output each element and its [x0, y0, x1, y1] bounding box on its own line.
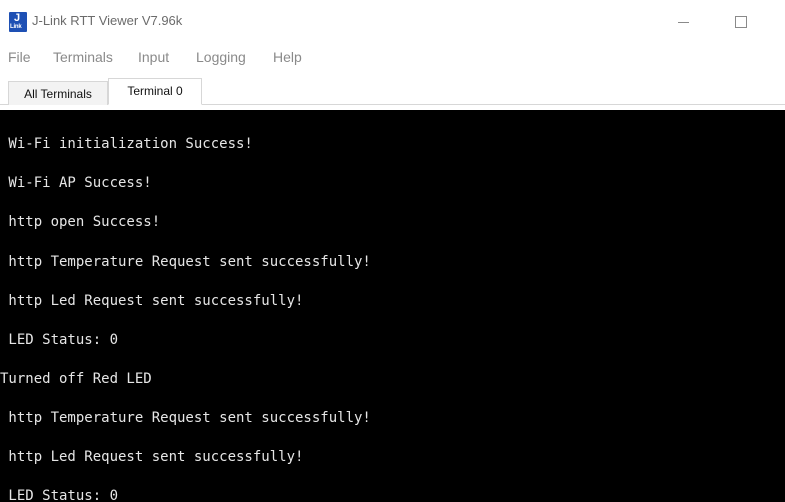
maximize-button[interactable] [726, 8, 756, 36]
terminal-line: Turned off Red LED [0, 371, 152, 387]
terminal-tabs: All Terminals Terminal 0 [0, 78, 785, 105]
terminal-line: LED Status: 0 [0, 332, 119, 348]
minimize-button[interactable] [668, 8, 698, 36]
terminal-line: http Led Request sent successfully! [0, 449, 304, 465]
tab-all-terminals[interactable]: All Terminals [8, 81, 108, 105]
terminal-line: Wi-Fi initialization Success! [0, 136, 253, 152]
menu-bar: File Terminals Input Logging Help [0, 44, 785, 72]
tab-terminal-0[interactable]: Terminal 0 [108, 78, 202, 105]
app-window: J Link J-Link RTT Viewer V7.96k File Ter… [0, 0, 785, 502]
title-bar[interactable]: J Link J-Link RTT Viewer V7.96k [0, 0, 785, 44]
terminal-line: http Temperature Request sent successful… [0, 410, 371, 426]
terminal-line: http Led Request sent successfully! [0, 293, 304, 309]
terminal-output[interactable]: Wi-Fi initialization Success! Wi-Fi AP S… [0, 110, 785, 502]
menu-help[interactable]: Help [273, 49, 302, 65]
terminal-line: http Temperature Request sent successful… [0, 254, 371, 270]
app-icon-letter: J [14, 12, 21, 24]
terminal-line: LED Status: 0 [0, 488, 119, 502]
terminal-line: http open Success! [0, 214, 161, 230]
jlink-app-icon[interactable]: J Link [9, 12, 27, 32]
menu-file[interactable]: File [8, 49, 31, 65]
app-icon-sublabel: Link [10, 24, 22, 30]
window-title: J-Link RTT Viewer V7.96k [32, 13, 183, 28]
menu-terminals[interactable]: Terminals [53, 49, 113, 65]
menu-logging[interactable]: Logging [196, 49, 246, 65]
menu-input[interactable]: Input [138, 49, 169, 65]
terminal-line: Wi-Fi AP Success! [0, 175, 152, 191]
